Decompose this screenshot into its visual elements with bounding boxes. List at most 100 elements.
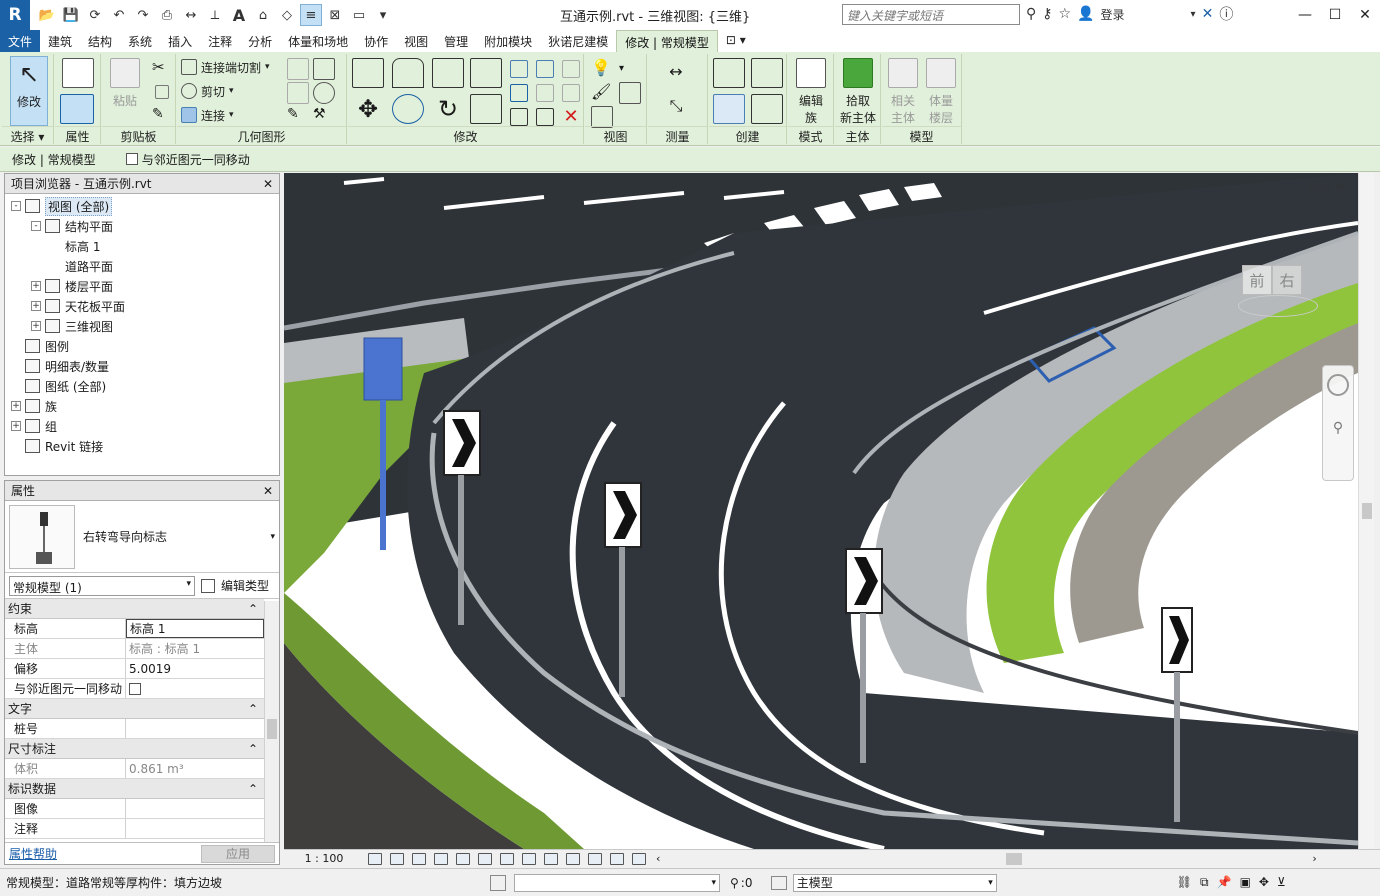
type-dropdown-icon[interactable]: ▾ [270,532,275,542]
exchange-icon[interactable]: ✕ [1202,6,1214,22]
override-graphics-icon[interactable]: 🖌 [591,82,613,104]
paste-button[interactable]: 粘贴 [106,56,144,126]
apply-button[interactable]: 应用 [201,844,275,863]
ribbon-minimize-icon[interactable]: ⊡ ▾ [718,30,754,52]
measure-icon[interactable]: ↔ [180,4,202,26]
viewport-horizontal-scrollbar[interactable] [666,852,1306,865]
create-parts-icon[interactable] [713,58,745,88]
browser-item[interactable]: - 视图 (全部) [5,196,279,216]
shadows-icon[interactable] [434,852,448,865]
worksets-icon[interactable] [490,874,506,891]
type-properties-icon[interactable] [62,58,94,88]
binoculars-icon[interactable]: ⚲ [1026,6,1036,22]
tab-4[interactable]: 插入 [160,30,200,52]
split-face-icon[interactable] [287,82,309,104]
3d-view-icon[interactable]: ⌂ [252,4,274,26]
selected-sign-post[interactable] [380,400,386,550]
measure-between-icon[interactable]: ↔ [656,62,696,82]
match-type-icon[interactable]: ✎ [152,106,174,128]
tab-13[interactable]: 修改 | 常规模型 [616,30,718,52]
properties-close-icon[interactable]: ✕ [263,484,273,498]
property-section[interactable]: 约束 ⌃ [5,599,264,619]
property-value[interactable] [126,799,264,818]
tab-12[interactable]: 狄诺尼建模 [540,30,616,52]
tab-6[interactable]: 分析 [240,30,280,52]
hscroll-right-icon[interactable]: › [1312,852,1316,865]
viewport-vertical-scrollbar[interactable] [1358,173,1374,849]
move-with-nearby-option[interactable]: 与邻近图元一同移动 [125,151,250,168]
browser-item[interactable]: + 组 [5,416,279,436]
cope-icon[interactable] [313,58,335,80]
tab-11[interactable]: 附加模块 [476,30,540,52]
browser-item[interactable]: + 楼层平面 [5,276,279,296]
collapse-section-icon[interactable]: ⌃ [248,702,258,716]
viewport-scroll-thumb[interactable] [1362,503,1372,519]
select-pinned-icon[interactable]: 📌 [1217,875,1232,890]
zoom-icon[interactable]: ⚲ [1328,420,1348,440]
array-icon[interactable] [510,84,528,102]
move-with-nearby-property-checkbox[interactable] [129,682,141,695]
select-by-face-icon[interactable]: ▣ [1240,875,1251,890]
viewcube-right-face[interactable]: 右 [1272,265,1302,295]
tree-expander-icon[interactable]: - [31,221,41,231]
text-icon[interactable]: A [228,4,250,26]
linework-icon[interactable] [619,82,641,104]
switch-windows-icon[interactable]: ▭ [348,4,370,26]
modify-button[interactable]: ↖ 修改 [10,56,48,126]
selection-box-icon[interactable] [591,106,613,128]
collapse-section-icon[interactable]: ⌃ [248,742,258,756]
wall-joins-icon[interactable] [287,58,309,80]
viewcube-compass[interactable] [1238,295,1318,317]
property-section[interactable]: 尺寸标注 ⌃ [5,739,264,759]
temp-hide-icon[interactable] [544,852,558,865]
related-host-button[interactable]: 相关 主体 [884,56,922,126]
sync-icon[interactable]: ⟳ [84,4,106,26]
view-scale[interactable]: 1 : 100 [284,852,364,865]
collapse-section-icon[interactable]: ⌃ [248,782,258,796]
tab-0[interactable]: 文件 [0,30,41,52]
tree-expander-icon[interactable]: + [31,321,41,331]
tab-8[interactable]: 协作 [356,30,396,52]
type-selector[interactable]: 右转弯导向标志 ▾ [5,501,279,573]
selected-sign-panel[interactable] [363,337,403,401]
property-section[interactable]: 标识数据 ⌃ [5,779,264,799]
tree-expander-icon[interactable]: + [31,281,41,291]
worksharing-icon[interactable] [588,852,602,865]
hide-dropdown-icon[interactable]: ▾ [619,58,641,80]
visual-style-icon[interactable] [390,852,404,865]
properties-scrollbar[interactable] [264,601,279,843]
browser-item[interactable]: - 结构平面 [5,216,279,236]
save-icon[interactable]: 💾 [60,4,82,26]
help-icon[interactable]: ⓘ [1219,4,1233,24]
cut-clip-icon[interactable]: ✂ [152,58,174,80]
tree-expander-icon[interactable]: + [11,421,21,431]
assembly-icon[interactable] [713,94,745,124]
unpin-icon[interactable] [562,60,580,78]
detail-level-icon[interactable] [368,852,382,865]
mirror-draw-icon[interactable] [470,58,502,88]
move-icon[interactable]: ✥ [352,94,384,124]
browser-item[interactable]: Revit 链接 [5,436,279,456]
create-group-icon[interactable] [751,58,783,88]
login-dropdown-icon[interactable]: ▾ [1191,9,1196,20]
split-icon[interactable] [510,60,528,78]
user-icon[interactable]: 👤 [1077,6,1094,22]
active-workset-dropdown[interactable]: 主模型 ▾ [792,873,997,892]
align-icon[interactable] [352,58,384,88]
copy-icon[interactable] [155,85,169,99]
tab-7[interactable]: 体量和场地 [280,30,356,52]
cut-button[interactable]: 剪切 ▾ [181,80,234,102]
rotate-icon[interactable]: ↻ [432,94,464,124]
property-value[interactable] [126,719,264,738]
mirror-axis-icon[interactable] [432,58,464,88]
property-section[interactable]: 文字 ⌃ [5,699,264,719]
tab-5[interactable]: 注释 [200,30,240,52]
filter-icon[interactable]: ⚲ [730,876,739,890]
open-icon[interactable]: 📂 [36,4,58,26]
customize-qa-icon[interactable]: ▾ [372,4,394,26]
tab-2[interactable]: 结构 [80,30,120,52]
thin-lines-icon[interactable]: ≡ [300,4,322,26]
edit-type-icon[interactable] [201,578,215,593]
subscription-icon[interactable]: ⚷ [1042,6,1052,22]
crop-view-icon[interactable] [478,852,492,865]
